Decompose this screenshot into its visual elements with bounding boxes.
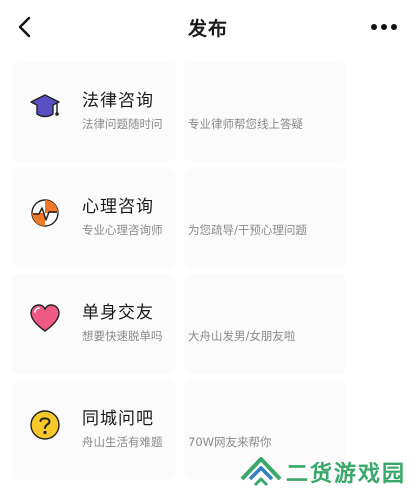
service-card-psychology[interactable]: 心理咨询 专业心理咨询师 为您疏导/干预心理问题 (14, 170, 344, 266)
heart-icon (30, 304, 60, 332)
service-card-legal[interactable]: 法律咨询 法律问题随时问 专业律师帮您线上答疑 (14, 64, 344, 160)
service-name: 单身交友 (82, 303, 154, 323)
card-panel-right (186, 64, 344, 160)
logo-icon (240, 457, 282, 487)
page-title: 发布 (187, 18, 228, 40)
top-nav-bar: 发布 (0, 0, 416, 56)
service-name: 同城问吧 (82, 409, 154, 429)
service-name: 心理咨询 (82, 197, 154, 217)
heartbeat-chart-icon (31, 199, 59, 227)
service-desc-right: 为您疏导/干预心理问题 (188, 223, 307, 237)
watermark-text: 二货游戏园 (286, 462, 407, 487)
more-horizontal-icon[interactable] (362, 10, 406, 44)
watermark: 二货游戏园 (236, 446, 414, 498)
service-card-dating[interactable]: 单身交友 想要快速脱单吗 大舟山发男/女朋友啦 (14, 276, 344, 372)
service-desc-right: 专业律师帮您线上答疑 (188, 117, 303, 131)
service-desc-left: 法律问题随时问 (82, 117, 163, 131)
card-panel-right (186, 170, 344, 266)
service-name: 法律咨询 (82, 91, 154, 111)
service-desc-left: 舟山生活有难题 (82, 435, 163, 449)
service-desc-right: 大舟山发男/女朋友啦 (188, 329, 296, 343)
graduation-cap-icon (30, 94, 60, 118)
card-panel-right (186, 276, 344, 372)
service-desc-left: 想要快速脱单吗 (82, 329, 163, 343)
service-desc-left: 专业心理咨询师 (82, 223, 163, 237)
question-icon (30, 410, 60, 440)
